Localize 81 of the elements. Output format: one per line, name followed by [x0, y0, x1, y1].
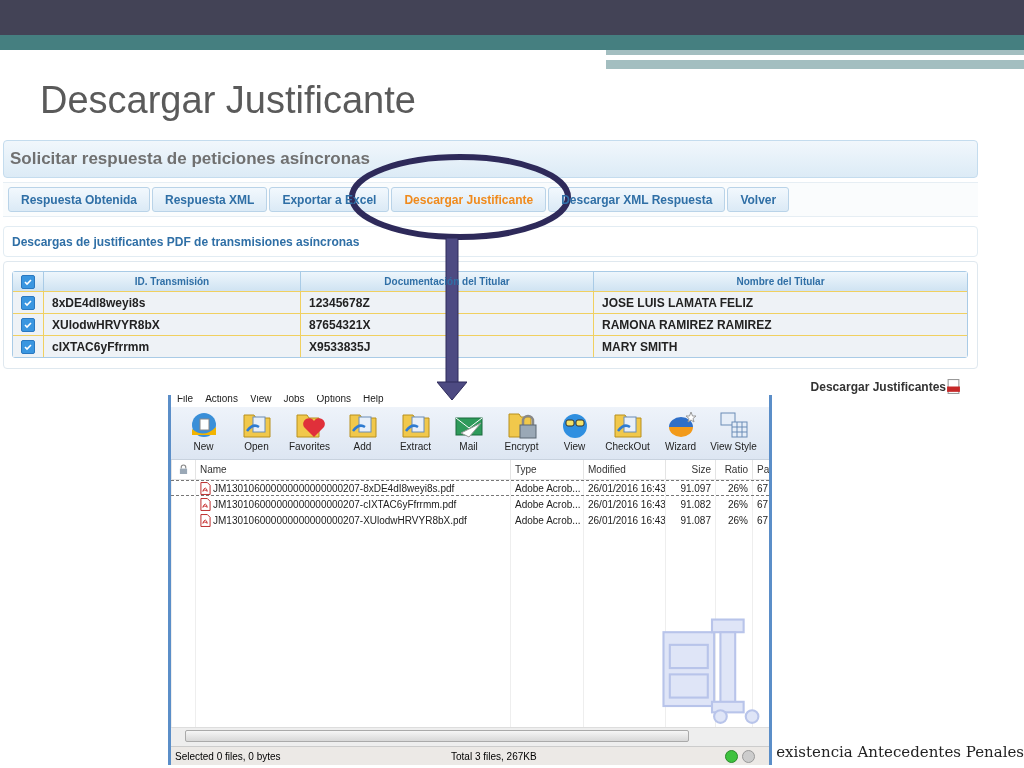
checkmark-icon [23, 319, 33, 330]
table-cell: 26/01/2016 16:43 [588, 514, 665, 526]
column-header[interactable]: Modified [583, 460, 665, 480]
windows-icon [717, 409, 750, 441]
table-cell: X9533835J [300, 335, 593, 357]
toolbar-button[interactable]: CheckOut [601, 409, 654, 459]
table-cell: cIXTAC6yFfrrmm [43, 335, 300, 357]
checkmark-icon [23, 341, 33, 352]
column-header[interactable]: Pa [752, 460, 770, 480]
pdf-icon [947, 379, 960, 394]
pdf-icon [200, 481, 211, 495]
file-row[interactable]: JM130106000000000000000207-8xDE4dI8weyi8s.pdf Adobe Acrob... 26/01/2016 16:43 91.097 26% 67 [171, 480, 770, 496]
section-title: Descargas de justificantes PDF de transmisiones asíncronas [12, 234, 360, 249]
status-text: Selected 0 files, 0 bytes [175, 750, 282, 762]
select-all-checkbox[interactable] [21, 274, 35, 289]
file-row[interactable]: JM130106000000000000000207-cIXTAC6yFfrrmm.pdf Adobe Acrob... 26/01/2016 16:43 91.082 26% 67 [171, 496, 770, 512]
padlock-icon [179, 464, 188, 475]
action-button[interactable]: Respuesta Obtenida [8, 187, 151, 212]
table-cell: 26% [728, 498, 748, 510]
action-button[interactable]: Volver [727, 187, 790, 212]
table-cell: 26/01/2016 16:43 [588, 482, 665, 494]
table-cell: 26% [728, 482, 748, 494]
toolbar-button[interactable]: Open [230, 409, 283, 459]
action-button[interactable]: Respuesta XML [152, 187, 268, 212]
toolbar-button[interactable]: View [548, 409, 601, 459]
column-header[interactable]: Nombre del Titular [593, 272, 967, 291]
status-light [725, 749, 739, 763]
table-cell: XUlodwHRVYR8bX [43, 313, 300, 335]
download-link[interactable]: Descargar Justificantes [810, 379, 946, 394]
toolbar-button[interactable]: Mail [442, 409, 495, 459]
file-name: JM130106000000000000000207-cIXTAC6yFfrrmm.pdf [213, 498, 457, 510]
pdf-icon [200, 497, 211, 511]
row-checkbox[interactable] [21, 339, 35, 354]
column-header[interactable]: Size [665, 460, 715, 480]
slide-title: Descargar Justificante [40, 78, 417, 123]
column-header[interactable]: Name [195, 460, 510, 480]
toolbar-button[interactable]: Encrypt [495, 409, 548, 459]
menu-item[interactable]: Jobs [283, 395, 305, 407]
toolbar-button[interactable]: Wizard [654, 409, 707, 459]
toolbar-button[interactable]: New [177, 409, 230, 459]
table-cell: 91.087 [680, 514, 711, 526]
table-cell: Adobe Acrob... [515, 514, 581, 526]
horizontal-scrollbar[interactable] [171, 727, 770, 746]
file-row[interactable]: JM130106000000000000000207-XUlodwHRVYR8bX.pdf Adobe Acrob... 26/01/2016 16:43 91.087 26% 67 [171, 512, 770, 528]
column-header[interactable]: ID. Transmisión [43, 272, 300, 291]
file-name: JM130106000000000000000207-XUlodwHRVYR8bX.pdf [213, 514, 467, 526]
panel-title: Solicitar respuesta de peticiones asíncronas [10, 149, 370, 169]
table-cell: 67 [757, 514, 769, 526]
table-cell: 8xDE4dI8weyi8s [43, 291, 300, 313]
column-header[interactable]: Ratio [715, 460, 752, 480]
slide-footer: existencia Antecedentes Penales [776, 743, 1024, 761]
status-text: Total 3 files, 267KB [451, 750, 538, 762]
table-cell: JOSE LUIS LAMATA FELIZ [593, 291, 967, 313]
table-cell: 91.097 [680, 482, 711, 494]
toolbar-button[interactable]: Favorites [283, 409, 336, 459]
row-checkbox[interactable] [21, 295, 35, 310]
table-cell: Adobe Acrob... [515, 482, 581, 494]
toolbar-button[interactable]: Add [336, 409, 389, 459]
table-cell: Adobe Acrob... [515, 498, 581, 510]
checkmark-icon [23, 276, 33, 287]
table-cell: MARY SMITH [593, 335, 967, 357]
toolbar-button[interactable]: Extract [389, 409, 442, 459]
menu-item[interactable]: Actions [205, 395, 238, 407]
table-cell: RAMONA RAMIREZ RAMIREZ [593, 313, 967, 335]
table-cell: 12345678Z [300, 291, 593, 313]
table-cell: 87654321X [300, 313, 593, 335]
table-cell: 67 [757, 482, 769, 494]
row-checkbox[interactable] [21, 317, 35, 332]
menu-item[interactable]: Options [316, 395, 351, 407]
menu-item[interactable]: View [249, 395, 272, 407]
file-name: JM130106000000000000000207-8xDE4dI8weyi8s.pdf [213, 482, 455, 494]
toolbar-button[interactable]: View Style [707, 409, 760, 459]
menu-item[interactable]: Help [363, 395, 384, 407]
menu-item[interactable]: File [177, 395, 194, 407]
table-cell: 91.082 [680, 498, 711, 510]
table-cell: 26/01/2016 16:43 [588, 498, 665, 510]
table-cell: 26% [728, 514, 748, 526]
column-header[interactable]: Type [510, 460, 583, 480]
checkmark-icon [23, 297, 33, 308]
pdf-icon [200, 513, 211, 527]
table-cell: 67 [757, 498, 769, 510]
